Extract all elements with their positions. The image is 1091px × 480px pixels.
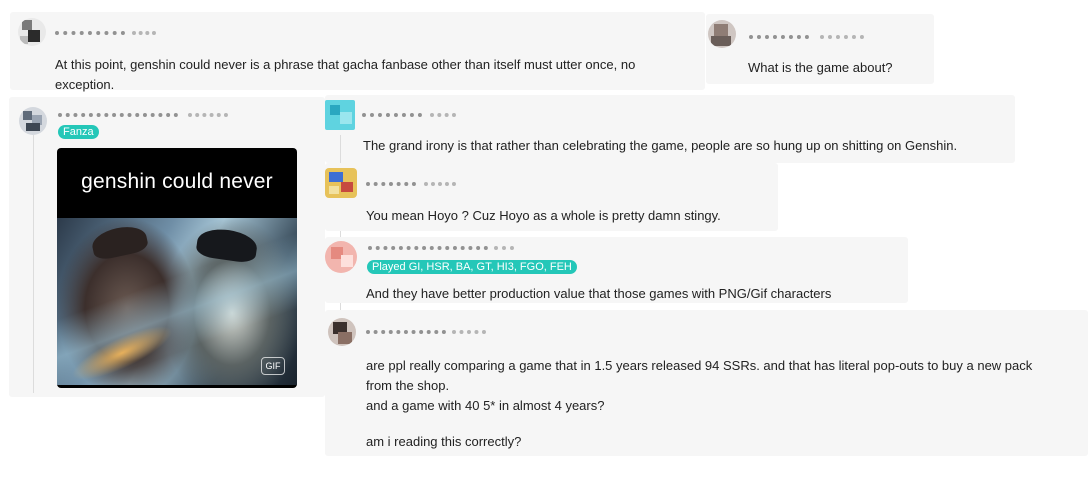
- timestamp-blurred: [188, 113, 228, 121]
- avatar[interactable]: [708, 20, 736, 48]
- character-hat: [195, 225, 259, 265]
- timestamp-blurred: [494, 246, 514, 254]
- user-flair-badge: Fanza: [58, 125, 99, 139]
- timestamp-blurred: [430, 113, 456, 121]
- avatar[interactable]: [18, 18, 46, 46]
- comment-text: At this point, genshin could never is a …: [55, 57, 636, 72]
- username-blurred[interactable]: [749, 35, 809, 43]
- meme-image: GIF: [57, 218, 297, 388]
- username-blurred[interactable]: [368, 246, 488, 254]
- meme-caption: genshin could never: [81, 170, 273, 193]
- comment-text: exception.: [55, 77, 115, 92]
- timestamp-blurred: [424, 182, 456, 190]
- gif-watermark-icon: GIF: [261, 357, 285, 375]
- meme-gif[interactable]: genshin could never GIF: [57, 148, 297, 388]
- timestamp-blurred: [820, 35, 864, 43]
- avatar[interactable]: [19, 107, 47, 135]
- username-blurred[interactable]: [58, 113, 178, 121]
- timestamp-blurred: [452, 330, 486, 338]
- timestamp-blurred: [132, 31, 156, 39]
- light-effect: [65, 316, 179, 388]
- user-flair-badge: Played GI, HSR, BA, GT, HI3, FGO, FEH: [367, 260, 577, 274]
- character-hat: [89, 222, 150, 262]
- comment-text: You mean Hoyo ? Cuz Hoyo as a whole is p…: [366, 208, 721, 223]
- avatar[interactable]: [328, 318, 356, 346]
- avatar[interactable]: [325, 168, 357, 198]
- avatar[interactable]: [325, 100, 355, 130]
- username-blurred[interactable]: [366, 330, 446, 338]
- avatar[interactable]: [325, 241, 357, 273]
- comment-text: and a game with 40 5* in almost 4 years?: [366, 398, 605, 413]
- comment-text: am i reading this correctly?: [366, 434, 522, 449]
- username-blurred[interactable]: [366, 182, 416, 190]
- username-blurred[interactable]: [55, 31, 125, 39]
- username-blurred[interactable]: [362, 113, 422, 121]
- thread-line: [33, 135, 34, 393]
- comment-text: are ppl really comparing a game that in …: [366, 358, 1033, 373]
- comment-text: from the shop.: [366, 378, 450, 393]
- comment-text: And they have better production value th…: [366, 286, 832, 301]
- comment-text: What is the game about?: [748, 60, 893, 75]
- comment-text: The grand irony is that rather than cele…: [363, 138, 958, 153]
